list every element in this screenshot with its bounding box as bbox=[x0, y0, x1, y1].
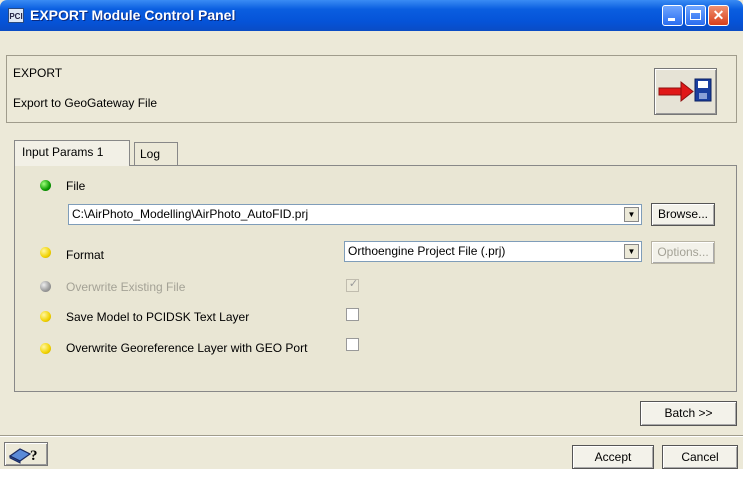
tab-label: Log bbox=[140, 147, 161, 161]
format-label: Format bbox=[66, 248, 105, 262]
browse-button[interactable]: Browse... bbox=[651, 203, 715, 226]
module-description: Export to GeoGateway File bbox=[13, 96, 158, 110]
module-header-panel bbox=[6, 55, 737, 123]
help-button[interactable]: ? bbox=[4, 442, 48, 466]
save-model-status-led bbox=[40, 311, 51, 322]
footer-divider bbox=[0, 435, 743, 437]
accept-button[interactable]: Accept bbox=[572, 445, 654, 469]
title-bar[interactable]: PCI EXPORT Module Control Panel ✕ bbox=[0, 0, 743, 31]
close-icon: ✕ bbox=[712, 7, 725, 23]
arrow-to-disk-icon bbox=[658, 78, 712, 103]
file-status-led bbox=[40, 180, 51, 191]
checkmark-icon: ✓ bbox=[348, 278, 359, 290]
file-history-dropdown-arrow[interactable]: ▼ bbox=[624, 207, 639, 222]
overwrite-existing-status-led bbox=[40, 281, 51, 292]
format-status-led bbox=[40, 247, 51, 258]
save-model-label: Save Model to PCIDSK Text Layer bbox=[66, 310, 250, 324]
file-label: File bbox=[66, 179, 86, 193]
overwrite-georef-checkbox[interactable] bbox=[346, 338, 359, 351]
format-dropdown-arrow[interactable]: ▼ bbox=[624, 244, 639, 259]
minimize-icon bbox=[668, 18, 675, 21]
overwrite-existing-label: Overwrite Existing File bbox=[66, 280, 186, 294]
maximize-icon bbox=[690, 10, 701, 20]
tab-log[interactable]: Log bbox=[134, 142, 178, 166]
save-model-checkbox[interactable] bbox=[346, 308, 359, 321]
overwrite-georef-status-led bbox=[40, 343, 51, 354]
window-title: EXPORT Module Control Panel bbox=[30, 7, 236, 23]
tab-label: Input Params 1 bbox=[22, 145, 104, 159]
run-export-button[interactable] bbox=[654, 68, 717, 115]
help-book-icon: ? bbox=[8, 448, 38, 464]
format-selected-value: Orthoengine Project File (.prj) bbox=[348, 244, 506, 258]
tab-panel-input-params bbox=[14, 165, 737, 392]
overwrite-existing-checkbox[interactable]: ✓ bbox=[346, 278, 359, 292]
tab-input-params-1[interactable]: Input Params 1 bbox=[14, 140, 130, 166]
cancel-button[interactable]: Cancel bbox=[662, 445, 738, 469]
close-button[interactable]: ✕ bbox=[708, 5, 729, 26]
format-select[interactable]: Orthoengine Project File (.prj) bbox=[344, 241, 642, 262]
help-question-mark: ? bbox=[30, 448, 38, 464]
file-path-value: C:\AirPhoto_Modelling\AirPhoto_AutoFID.p… bbox=[72, 207, 309, 221]
minimize-button[interactable] bbox=[662, 5, 683, 26]
file-path-input[interactable]: C:\AirPhoto_Modelling\AirPhoto_AutoFID.p… bbox=[68, 204, 642, 225]
app-icon[interactable]: PCI bbox=[8, 8, 24, 23]
options-button[interactable]: Options... bbox=[651, 241, 715, 264]
maximize-button[interactable] bbox=[685, 5, 706, 26]
module-name: EXPORT bbox=[13, 66, 63, 80]
batch-button[interactable]: Batch >> bbox=[640, 401, 737, 426]
overwrite-georef-label: Overwrite Georeference Layer with GEO Po… bbox=[66, 341, 308, 355]
export-module-window: PCI EXPORT Module Control Panel ✕ EXPORT… bbox=[0, 0, 743, 469]
